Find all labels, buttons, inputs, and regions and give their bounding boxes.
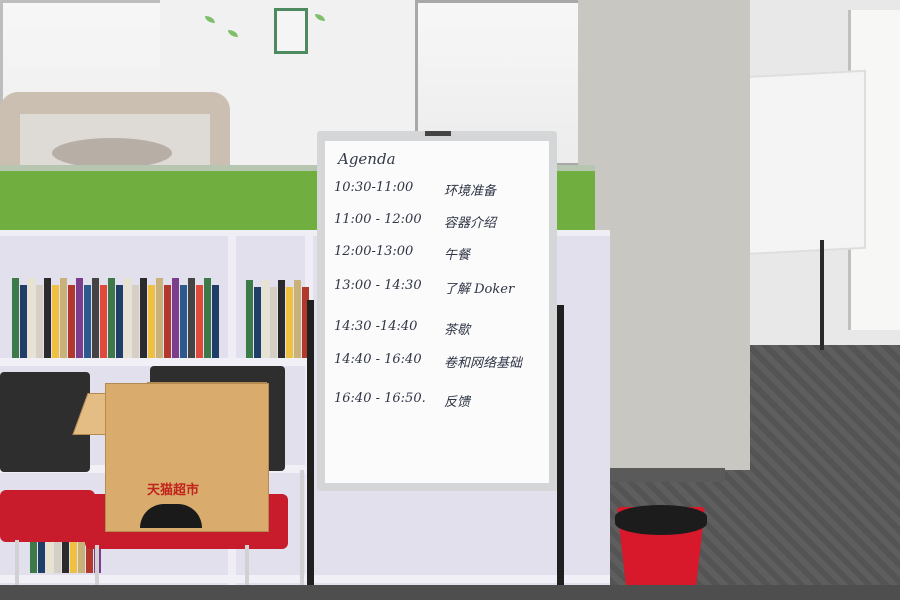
book-spine bbox=[156, 278, 163, 358]
agenda-time: 13:00 - 14:30 bbox=[334, 278, 422, 293]
agenda-time: 12:00-13:00 bbox=[334, 244, 414, 259]
agenda-activity: 卷和网络基础 bbox=[444, 356, 523, 371]
book-spine bbox=[278, 280, 285, 358]
agenda-activity: 茶歇 bbox=[444, 323, 471, 338]
book-spine bbox=[262, 280, 269, 358]
book-spine bbox=[196, 285, 203, 358]
book-spine bbox=[12, 278, 19, 358]
agenda-activity: 容器介绍 bbox=[444, 216, 497, 231]
agenda-activity: 了解 Doker bbox=[444, 282, 515, 297]
book-spine bbox=[212, 285, 219, 358]
book-spine bbox=[28, 278, 35, 358]
book-spine bbox=[188, 278, 195, 358]
book-spine bbox=[286, 287, 293, 358]
trash-bin-liner bbox=[615, 505, 707, 535]
book-spine bbox=[44, 278, 51, 358]
book-spine bbox=[164, 285, 171, 358]
book-spine bbox=[132, 285, 139, 358]
book-spine bbox=[246, 280, 253, 358]
book-spine bbox=[294, 280, 301, 358]
book-spine bbox=[36, 285, 43, 358]
book-spine bbox=[84, 285, 91, 358]
book-spine bbox=[180, 285, 187, 358]
book-spine bbox=[124, 278, 131, 358]
agenda-item: 12:00-13:00 午餐 bbox=[334, 244, 544, 263]
agenda-activity: 反馈 bbox=[444, 395, 471, 410]
agenda-activity: 环境准备 bbox=[444, 184, 497, 199]
whiteboard-stand-pole bbox=[307, 300, 314, 600]
back-whiteboard bbox=[742, 69, 866, 256]
shelf-board bbox=[0, 575, 610, 583]
agenda-item: 10:30-11:00 环境准备 bbox=[334, 180, 544, 199]
chair-leg bbox=[300, 470, 304, 588]
book-spine bbox=[270, 287, 277, 358]
book-spine bbox=[68, 285, 75, 358]
whiteboard-clip bbox=[425, 131, 451, 136]
book-spine bbox=[140, 278, 147, 358]
book-spine bbox=[116, 285, 123, 358]
book-spine bbox=[108, 278, 115, 358]
agenda-item: 13:00 - 14:30 了解 Doker bbox=[334, 278, 544, 297]
book-spine bbox=[100, 285, 107, 358]
agenda-time: 14:30 -14:40 bbox=[334, 319, 418, 334]
pillar-base bbox=[602, 468, 725, 482]
book-spine bbox=[92, 278, 99, 358]
books-row-right bbox=[246, 278, 309, 358]
agenda-item: 11:00 - 12:00 容器介绍 bbox=[334, 212, 544, 231]
book-spine bbox=[204, 278, 211, 358]
book-spine bbox=[76, 278, 83, 358]
easel-leg bbox=[820, 240, 824, 350]
book-spine bbox=[52, 285, 59, 358]
book-spine bbox=[254, 287, 261, 358]
whiteboard-stand-pole bbox=[557, 305, 564, 600]
agenda-time: 16:40 - 16:50. bbox=[334, 391, 426, 406]
agenda-item: 16:40 - 16:50. 反馈 bbox=[334, 391, 544, 410]
agenda-time: 10:30-11:00 bbox=[334, 180, 414, 195]
agenda-time: 11:00 - 12:00 bbox=[334, 212, 422, 227]
book-spine bbox=[172, 278, 179, 358]
agenda-item: 14:40 - 16:40 卷和网络基础 bbox=[334, 352, 544, 371]
agenda-activity: 午餐 bbox=[444, 248, 471, 263]
agenda-title: Agenda bbox=[338, 150, 396, 168]
floor-edge bbox=[0, 585, 900, 600]
office-photo: 天猫超市 Agenda 10:30-11:00 环境准备 11:00 - 12:… bbox=[0, 0, 900, 600]
red-chair-seat bbox=[0, 490, 95, 542]
books-row-left bbox=[12, 276, 219, 358]
agenda-time: 14:40 - 16:40 bbox=[334, 352, 422, 367]
wall-picture-frame bbox=[274, 8, 308, 54]
book-spine bbox=[148, 285, 155, 358]
book-spine bbox=[20, 285, 27, 358]
agenda-item: 14:30 -14:40 茶歇 bbox=[334, 319, 544, 338]
book-spine bbox=[60, 278, 67, 358]
shelf-board bbox=[0, 358, 310, 366]
box-brand-label: 天猫超市 bbox=[147, 483, 200, 498]
woven-stone-decor bbox=[52, 138, 172, 168]
